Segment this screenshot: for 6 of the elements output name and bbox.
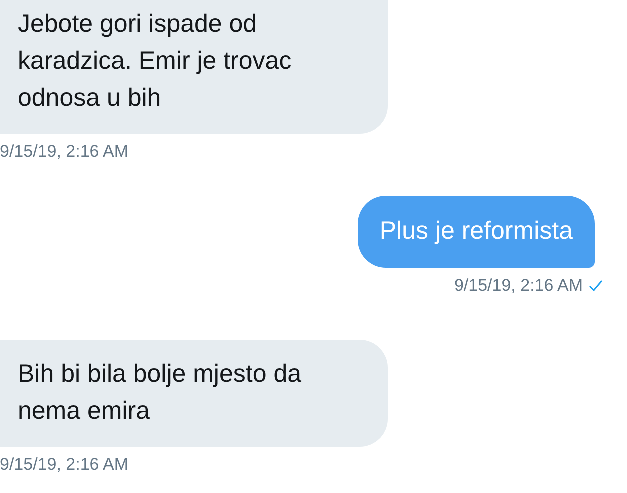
message-time: 9/15/19, 2:16 AM <box>0 455 129 475</box>
message-time: 9/15/19, 2:16 AM <box>454 276 583 296</box>
received-message-bubble: Jebote gori ispade od karadzica. Emir je trovac odnosa u bih <box>0 0 388 134</box>
sent-message-bubble: Plus je reformista <box>358 196 595 268</box>
received-message-bubble: Bih bi bila bolje mjesto da nema emira <box>0 340 388 447</box>
message-time: 9/15/19, 2:16 AM <box>0 142 129 162</box>
